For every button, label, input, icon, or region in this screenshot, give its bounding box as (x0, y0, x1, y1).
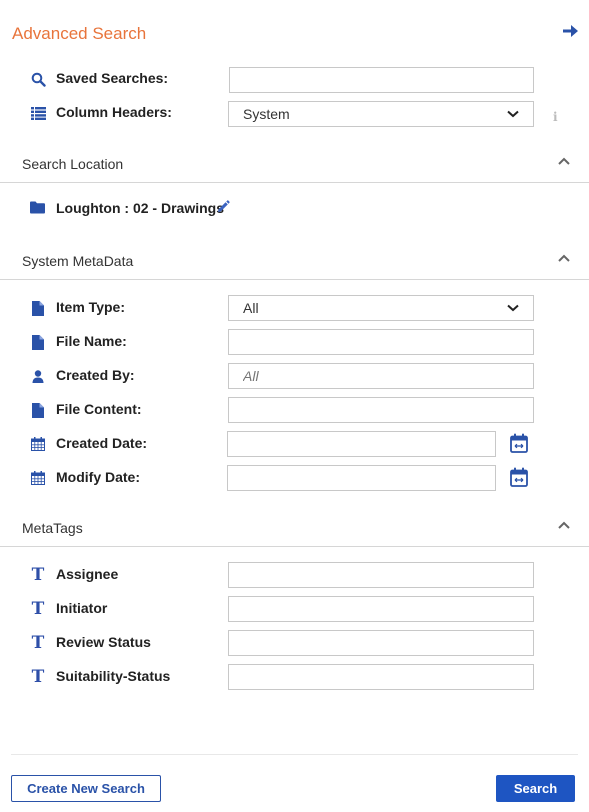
section-title: MetaTags (22, 520, 83, 536)
created-date-input[interactable] (227, 431, 496, 457)
file-name-input[interactable] (228, 329, 534, 355)
search-button[interactable]: Search (496, 775, 575, 802)
initiator-label: Initiator (56, 600, 108, 616)
text-type-icon: T (31, 667, 45, 687)
page-title: Advanced Search (12, 24, 147, 43)
item-type-label: Item Type: (56, 299, 125, 315)
file-icon (30, 300, 46, 316)
calendar-icon (30, 436, 46, 452)
column-headers-select[interactable]: System (228, 101, 534, 127)
file-content-input[interactable] (228, 397, 534, 423)
pencil-icon[interactable] (216, 200, 230, 214)
file-content-label: File Content: (56, 401, 142, 417)
section-title: Search Location (22, 156, 124, 172)
date-range-picker-icon[interactable] (510, 467, 528, 487)
initiator-input[interactable] (228, 596, 534, 622)
chevron-up-icon[interactable] (557, 520, 571, 530)
list-icon (30, 105, 46, 121)
user-icon (30, 368, 46, 384)
chevron-down-icon (507, 304, 519, 312)
review-status-input[interactable] (228, 630, 534, 656)
file-name-label: File Name: (56, 333, 127, 349)
column-headers-value: System (243, 106, 290, 122)
modify-date-label: Modify Date: (56, 469, 140, 485)
search-location-path: Loughton : 02 - Drawings (56, 200, 224, 216)
section-search-location: Search Location (0, 146, 589, 183)
chevron-up-icon[interactable] (557, 253, 571, 263)
search-location-row: Loughton : 02 - Drawings (0, 198, 589, 220)
chevron-up-icon[interactable] (557, 156, 571, 166)
file-icon (30, 334, 46, 350)
calendar-icon (30, 470, 46, 486)
section-title: System MetaData (22, 253, 134, 269)
created-date-label: Created Date: (56, 435, 148, 451)
assignee-label: Assignee (56, 566, 119, 582)
item-type-value: All (243, 300, 259, 316)
arrow-right-icon[interactable] (561, 22, 579, 40)
info-icon[interactable]: i (553, 110, 558, 124)
suitability-status-label: Suitability-Status (56, 668, 171, 684)
suitability-status-input[interactable] (228, 664, 534, 690)
file-icon (30, 402, 46, 418)
created-by-input[interactable] (228, 363, 534, 389)
date-range-picker-icon[interactable] (510, 433, 528, 453)
chevron-down-icon (507, 110, 519, 118)
created-by-label: Created By: (56, 367, 135, 383)
section-metatags: MetaTags (0, 510, 589, 547)
search-icon (30, 71, 46, 87)
text-type-icon: T (31, 599, 45, 619)
saved-searches-input[interactable] (229, 67, 534, 93)
assignee-input[interactable] (228, 562, 534, 588)
create-new-search-button[interactable]: Create New Search (11, 775, 161, 802)
column-headers-label: Column Headers: (56, 104, 172, 120)
review-status-label: Review Status (56, 634, 151, 650)
item-type-select[interactable]: All (228, 295, 534, 321)
saved-searches-label: Saved Searches: (56, 70, 169, 86)
folder-icon (30, 201, 45, 219)
modify-date-input[interactable] (227, 465, 496, 491)
text-type-icon: T (31, 633, 45, 653)
text-type-icon: T (31, 565, 45, 585)
section-system-metadata: System MetaData (0, 243, 589, 280)
footer-divider (11, 754, 578, 755)
